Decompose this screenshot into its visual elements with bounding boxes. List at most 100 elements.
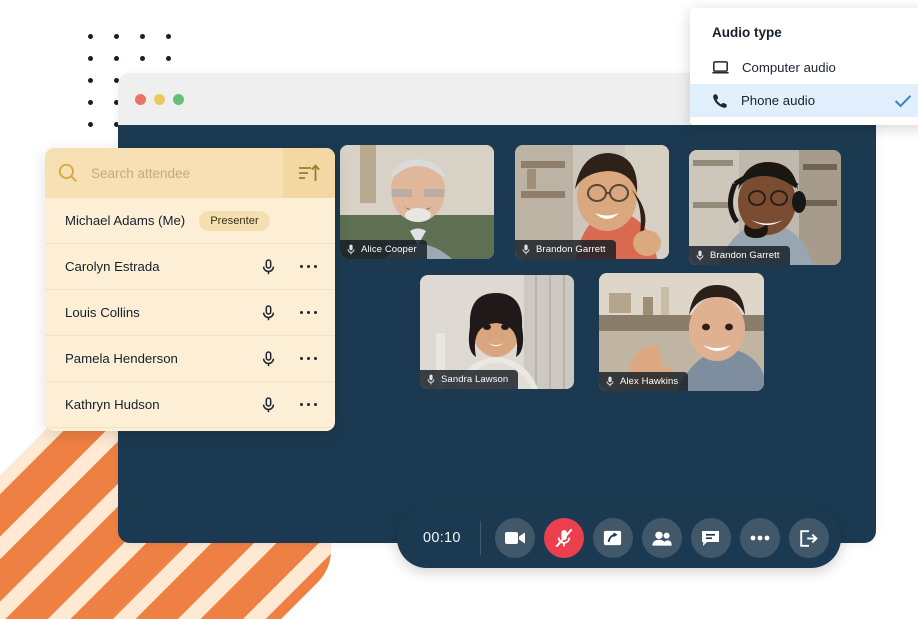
microphone-icon [427,374,435,385]
search-icon [45,163,91,183]
decorative-dot [88,34,93,39]
close-button[interactable] [135,93,146,105]
decorative-dot [88,122,93,127]
check-icon [894,94,912,108]
attendee-name: Pamela Henderson [65,351,178,366]
tile-name-label: Alice Cooper [340,240,427,259]
search-input[interactable] [91,165,283,181]
attendee-name: Kathryn Hudson [65,397,160,412]
tile-participant-name: Brandon Garrett [710,250,780,261]
decorative-dot [88,78,93,83]
audio-type-menu: Audio type Computer audio Phone audio [690,8,918,125]
attendee-name: Carolyn Estrada [65,259,160,274]
microphone-button[interactable] [543,518,584,558]
attendee-more-button[interactable] [296,261,321,272]
attendee-row[interactable]: Michael Adams (Me) Presenter [45,198,335,244]
participants-button[interactable] [641,518,682,558]
attendee-actions [260,303,321,323]
more-options-icon [750,535,770,541]
video-camera-icon [504,532,525,544]
share-screen-button[interactable] [592,518,633,558]
participants-icon [652,531,672,546]
audio-option-computer-audio[interactable]: Computer audio [690,51,918,84]
tile-name-label: Brandon Garrett [689,246,790,265]
decorative-dot [88,56,93,61]
attendee-panel: Michael Adams (Me) Presenter Carolyn Estra… [45,148,335,431]
sort-attendees-button[interactable] [283,148,335,198]
decorative-dot [114,34,119,39]
attendee-row[interactable]: Pamela Henderson [45,336,335,382]
control-buttons [481,518,829,558]
chat-icon [702,530,720,546]
attendee-list: Michael Adams (Me) Presenter Carolyn Estra… [45,198,335,428]
microphone-icon [262,258,274,274]
more-options-button[interactable] [739,518,780,558]
leave-meeting-icon [800,529,819,547]
attendee-row[interactable]: Louis Collins [45,290,335,336]
minimize-button[interactable] [154,93,165,105]
dot [306,264,311,269]
laptop-icon [712,61,729,74]
sort-ascending-icon [299,164,320,181]
attendee-name: Louis Collins [65,305,140,320]
share-screen-icon [604,530,622,546]
attendee-actions [260,395,321,415]
attendee-actions [260,257,321,277]
microphone-icon [262,396,274,412]
dot [313,402,317,407]
attendee-mute-button[interactable] [260,349,277,369]
decorative-dot [140,56,145,61]
meeting-timer: 00:10 [397,521,481,555]
dot [299,402,304,407]
attendee-row[interactable]: Kathryn Hudson [45,382,335,428]
dot [306,356,311,361]
video-tile[interactable]: Brandon Garrett [515,145,669,259]
attendee-search-row [45,148,335,198]
attendee-mute-button[interactable] [260,303,277,323]
dot [313,264,317,269]
attendee-more-button[interactable] [296,399,321,410]
video-tile[interactable]: Sandra Lawson [420,275,574,389]
tile-participant-name: Alice Cooper [361,244,417,255]
tile-participant-name: Sandra Lawson [441,374,509,385]
microphone-icon [696,250,704,261]
video-tile[interactable]: Alex Hawkins [599,273,764,391]
audio-option-label: Computer audio [742,60,836,75]
decorative-dot [140,34,145,39]
phone-icon [713,93,727,108]
attendee-row[interactable]: Carolyn Estrada [45,244,335,290]
screenshot-root: Alice Cooper Brandon Garrett Brandon Gar… [0,0,918,619]
microphone-icon [262,350,274,366]
tile-name-label: Brandon Garrett [515,240,616,259]
dot [299,310,304,315]
attendee-mute-button[interactable] [260,395,277,415]
camera-button[interactable] [494,518,535,558]
decorative-dot [166,56,171,61]
dot [299,356,304,361]
attendee-more-button[interactable] [296,307,321,318]
dot [306,310,311,315]
microphone-muted-icon [555,528,573,548]
dot [313,356,317,361]
meeting-control-bar: 00:10 [397,508,841,568]
tile-participant-name: Brandon Garrett [536,244,606,255]
microphone-icon [522,244,530,255]
dot [299,264,304,269]
tile-name-label: Sandra Lawson [420,370,519,389]
decorative-dot [88,100,93,105]
chat-button[interactable] [690,518,731,558]
video-tile[interactable]: Alice Cooper [340,145,494,259]
attendee-more-button[interactable] [296,353,321,364]
decorative-dot [166,34,171,39]
audio-option-phone-audio[interactable]: Phone audio [690,84,918,117]
attendee-mute-button[interactable] [260,257,277,277]
video-tile[interactable]: Brandon Garrett [689,150,841,265]
microphone-icon [606,376,614,387]
maximize-button[interactable] [173,93,184,105]
tile-participant-name: Alex Hawkins [620,376,679,387]
audio-type-title: Audio type [712,25,782,40]
tile-name-label: Alex Hawkins [599,372,689,391]
decorative-dot [114,56,119,61]
microphone-icon [262,304,274,320]
leave-meeting-button[interactable] [788,518,829,558]
